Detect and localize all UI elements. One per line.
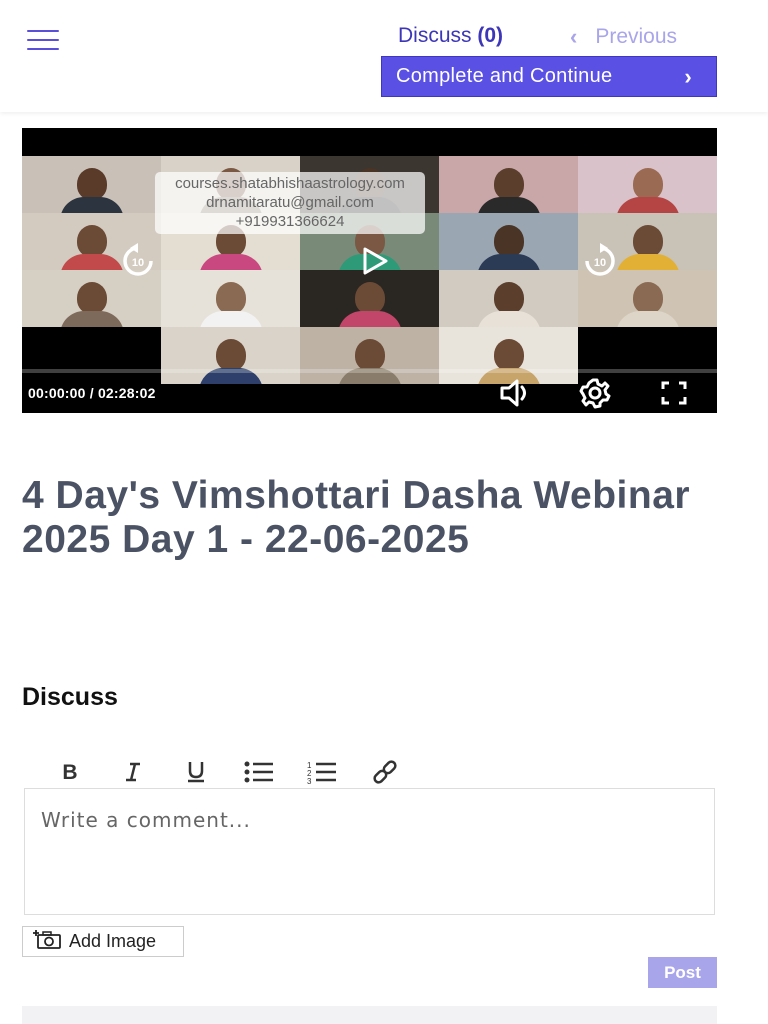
add-image-button[interactable]: Add Image bbox=[22, 926, 184, 957]
progress-bar[interactable] bbox=[22, 369, 717, 373]
complete-and-continue-button[interactable]: Complete and Continue › bbox=[381, 56, 717, 97]
play-icon[interactable] bbox=[357, 244, 391, 278]
discuss-label: Discuss bbox=[398, 24, 472, 47]
forward-label: 10 bbox=[594, 257, 606, 269]
volume-icon[interactable] bbox=[499, 378, 533, 408]
camera-plus-icon bbox=[33, 929, 61, 954]
watermark-line: drnamitaratu@gmail.com bbox=[206, 194, 374, 211]
lesson-title: 4 Day's Vimshottari Dasha Webinar 2025 D… bbox=[22, 474, 691, 561]
comment-input[interactable]: Write a comment... bbox=[24, 788, 715, 915]
previous-label: Previous bbox=[595, 25, 678, 48]
numbered-list-icon[interactable]: 123 bbox=[290, 756, 353, 788]
current-time: 00:00:00 bbox=[28, 385, 86, 401]
complete-label: Complete and Continue bbox=[396, 65, 613, 87]
chevron-right-icon: › bbox=[684, 64, 692, 89]
watermark-box: courses.shatabhishaastrology.com drnamit… bbox=[155, 172, 425, 234]
italic-icon[interactable] bbox=[101, 756, 164, 788]
duration: 02:28:02 bbox=[97, 385, 156, 401]
bold-icon[interactable]: B bbox=[38, 756, 101, 788]
underline-icon[interactable] bbox=[164, 756, 227, 788]
discuss-count: (0) bbox=[477, 24, 504, 47]
time-display: 00:00:00 / 02:28:02 bbox=[28, 385, 156, 401]
top-bar: Discuss (0) ‹ Previous Complete and Cont… bbox=[0, 0, 768, 112]
rewind-10-icon[interactable]: 10 bbox=[117, 240, 159, 282]
forward-10-icon[interactable]: 10 bbox=[579, 240, 621, 282]
previous-button[interactable]: ‹ Previous bbox=[570, 24, 677, 50]
post-button[interactable]: Post bbox=[648, 957, 717, 988]
svg-text:B: B bbox=[62, 761, 77, 783]
post-label: Post bbox=[664, 962, 701, 982]
watermark-line: +919931366624 bbox=[235, 213, 345, 230]
fullscreen-icon[interactable] bbox=[660, 380, 688, 406]
add-image-label: Add Image bbox=[69, 931, 157, 951]
hamburger-icon[interactable] bbox=[27, 30, 59, 52]
video-player[interactable]: courses.shatabhishaastrology.com drnamit… bbox=[22, 128, 717, 413]
rewind-label: 10 bbox=[132, 257, 144, 269]
bulleted-list-icon[interactable] bbox=[227, 756, 290, 788]
discuss-link[interactable]: Discuss (0) bbox=[398, 24, 503, 48]
watermark-line: courses.shatabhishaastrology.com bbox=[175, 175, 405, 192]
link-icon[interactable] bbox=[353, 756, 416, 788]
chevron-left-icon: ‹ bbox=[570, 24, 578, 49]
discuss-heading: Discuss bbox=[22, 683, 118, 711]
gear-icon[interactable] bbox=[578, 377, 612, 409]
time-separator: / bbox=[89, 385, 94, 401]
comment-placeholder: Write a comment... bbox=[41, 808, 251, 832]
editor-toolbar: B 123 bbox=[38, 756, 416, 788]
svg-text:3: 3 bbox=[307, 777, 312, 784]
divider bbox=[22, 1006, 717, 1024]
